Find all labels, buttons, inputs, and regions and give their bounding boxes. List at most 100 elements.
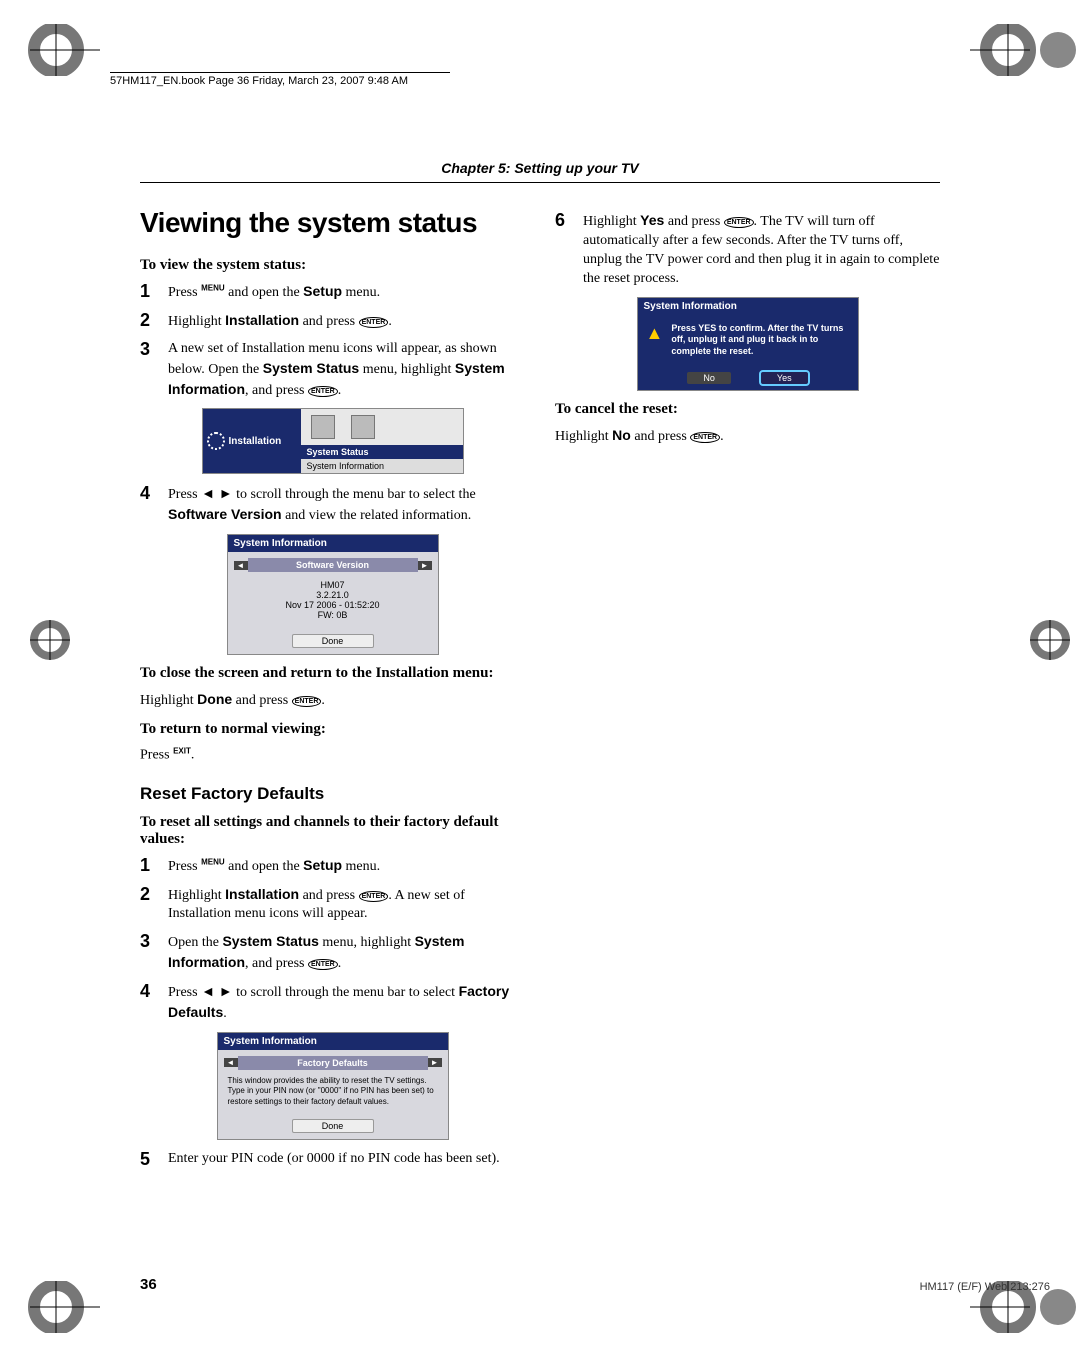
text: to scroll through the menu bar to select	[233, 985, 459, 1000]
step-6: 6 Highlight Yes and press ENTER. The TV …	[555, 211, 940, 289]
text: and open the	[225, 859, 304, 874]
step-number: 6	[555, 211, 583, 231]
ss-yes-button: Yes	[761, 372, 808, 384]
section-head: To close the screen and return to the In…	[140, 665, 525, 682]
paragraph: Highlight No and press ENTER.	[555, 426, 940, 447]
print-mark-icon	[30, 620, 70, 660]
section-head: To reset all settings and channels to th…	[140, 814, 525, 848]
menu-icon	[351, 415, 375, 439]
reset-step-4: 4 Press ◄ ► to scroll through the menu b…	[140, 982, 525, 1024]
text: menu.	[342, 859, 380, 874]
text: and press	[664, 214, 724, 229]
step-number: 2	[140, 311, 168, 331]
text: Highlight	[583, 214, 640, 229]
text: .	[338, 383, 342, 398]
exit-key-icon: EXIT	[173, 746, 191, 755]
text: and press	[299, 314, 359, 329]
print-mark-icon	[10, 1281, 100, 1333]
ss-body-text: This window provides the ability to rese…	[224, 1070, 442, 1113]
yes-label: Yes	[640, 212, 664, 228]
ss-arrow-left-icon: ◄	[224, 1058, 238, 1067]
paragraph: Press EXIT.	[140, 746, 525, 766]
installation-label: Installation	[225, 312, 299, 328]
step-number: 2	[140, 885, 168, 905]
done-label: Done	[197, 691, 232, 707]
menu-icon	[311, 415, 335, 439]
text: Open the	[168, 935, 222, 950]
ss-title: System Information	[218, 1033, 448, 1050]
ss-line: FW: 0B	[242, 610, 424, 620]
text: Press	[168, 985, 201, 1000]
text: Press	[168, 487, 201, 502]
warning-icon: ▲	[646, 323, 664, 358]
section-head: To view the system status:	[140, 257, 525, 274]
enter-key-icon: ENTER	[292, 696, 322, 707]
text: , and press	[245, 956, 308, 971]
step-number: 4	[140, 484, 168, 504]
ss-icon-row	[301, 409, 463, 445]
reset-step-3: 3 Open the System Status menu, highlight…	[140, 932, 525, 974]
enter-key-icon: ENTER	[308, 386, 338, 397]
step-number: 4	[140, 982, 168, 1002]
ss-side-label: Installation	[229, 436, 282, 447]
text: .	[338, 956, 342, 971]
enter-key-icon: ENTER	[359, 317, 389, 328]
text: and press	[631, 429, 691, 444]
text: and view the related information.	[282, 508, 472, 523]
software-version-label: Software Version	[168, 506, 282, 522]
text: .	[321, 693, 325, 708]
section-head: To cancel the reset:	[555, 401, 940, 418]
text: .	[223, 1006, 227, 1021]
text: to scroll through the menu bar to select…	[233, 487, 476, 502]
ss-tab: Software Version	[248, 558, 418, 572]
chapter-rule	[140, 182, 940, 183]
text: Highlight	[555, 429, 612, 444]
text: .	[720, 429, 724, 444]
setup-label: Setup	[303, 857, 342, 873]
installation-label: Installation	[225, 886, 299, 902]
screenshot-confirm-reset: System Information ▲ Press YES to confir…	[637, 297, 859, 391]
reset-step-5: 5 Enter your PIN code (or 0000 if no PIN…	[140, 1150, 525, 1170]
ss-selected: System Status	[301, 445, 463, 459]
ss-title: System Information	[228, 535, 438, 552]
print-mark-icon	[1030, 620, 1070, 660]
enter-key-icon: ENTER	[724, 217, 754, 228]
ss-no-button: No	[687, 372, 731, 384]
step-number: 5	[140, 1150, 168, 1170]
ss-tab: Factory Defaults	[238, 1056, 428, 1070]
system-status-label: System Status	[263, 360, 359, 376]
enter-key-icon: ENTER	[359, 891, 389, 902]
book-note: 57HM117_EN.book Page 36 Friday, March 23…	[110, 72, 450, 87]
gear-icon	[207, 432, 225, 450]
text: Press	[140, 748, 173, 763]
text: menu, highlight	[319, 935, 415, 950]
text: and press	[232, 693, 292, 708]
text: Highlight	[168, 314, 225, 329]
print-mark-icon	[10, 24, 100, 76]
ss-done-button: Done	[292, 634, 374, 648]
setup-label: Setup	[303, 283, 342, 299]
ss-arrow-right-icon: ►	[418, 561, 432, 570]
no-label: No	[612, 427, 631, 443]
text: Press	[168, 285, 201, 300]
screenshot-factory-defaults: System Information ◄Factory Defaults► Th…	[217, 1032, 449, 1140]
chapter-heading: Chapter 5: Setting up your TV	[140, 160, 940, 176]
section-head: To return to normal viewing:	[140, 721, 525, 738]
text: menu.	[342, 285, 380, 300]
step-3: 3 A new set of Installation menu icons w…	[140, 340, 525, 401]
text: Highlight	[140, 693, 197, 708]
text: and press	[299, 888, 359, 903]
enter-key-icon: ENTER	[690, 432, 720, 443]
ss-warning-text: Press YES to confirm. After the TV turns…	[671, 323, 849, 358]
ss-arrow-left-icon: ◄	[234, 561, 248, 570]
page-number: 36	[140, 1276, 157, 1293]
paragraph: Highlight Done and press ENTER.	[140, 690, 525, 711]
text: Highlight	[168, 888, 225, 903]
left-right-arrows-icon: ◄ ►	[201, 983, 233, 999]
step-number: 1	[140, 282, 168, 302]
step-number: 3	[140, 340, 168, 360]
left-right-arrows-icon: ◄ ►	[201, 485, 233, 501]
step-2: 2 Highlight Installation and press ENTER…	[140, 311, 525, 332]
ss-done-button: Done	[292, 1119, 374, 1133]
reset-step-1: 1 Press MENU and open the Setup menu.	[140, 856, 525, 877]
